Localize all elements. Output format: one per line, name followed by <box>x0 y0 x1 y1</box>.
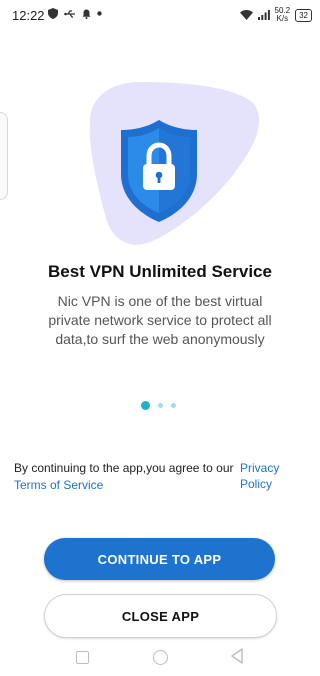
system-navigation-bar <box>0 640 320 676</box>
home-icon[interactable] <box>153 650 168 665</box>
recent-apps-icon[interactable] <box>76 651 89 664</box>
close-app-button[interactable]: CLOSE APP <box>44 594 277 638</box>
page-indicator <box>141 401 176 410</box>
network-speed-unit: K/s <box>276 14 289 23</box>
consent-text: By continuing to the app,you agree to ou… <box>14 461 234 475</box>
battery-icon: 32 <box>295 8 312 22</box>
bell-icon <box>82 9 91 19</box>
status-system-icons: 50.2 K/s 32 <box>239 7 312 23</box>
back-icon[interactable] <box>230 648 244 664</box>
page-dot <box>158 403 163 408</box>
continue-to-app-button[interactable]: CONTINUE TO APP <box>44 538 275 580</box>
signal-icon <box>257 10 270 20</box>
terms-of-service-link[interactable]: Terms of Service <box>14 477 103 493</box>
wifi-icon <box>239 10 253 20</box>
edge-panel-handle[interactable] <box>0 112 8 200</box>
usb-icon <box>64 9 75 18</box>
dot-icon <box>97 11 102 16</box>
page-dot <box>171 403 176 408</box>
page-dot-active <box>141 401 150 410</box>
vpn-hero-illustration <box>89 82 259 245</box>
network-speed: 50.2 K/s <box>275 7 291 23</box>
status-time: 12:22 <box>12 8 45 23</box>
onboarding-title: Best VPN Unlimited Service <box>48 262 272 281</box>
onboarding-description: Nic VPN is one of the best virtual priva… <box>48 293 272 347</box>
status-notification-icons <box>48 8 102 19</box>
status-bar: 12:22 50.2 K/s 32 <box>0 0 320 30</box>
privacy-policy-link[interactable]: Privacy Policy <box>240 460 294 492</box>
shield-status-icon <box>48 8 58 19</box>
